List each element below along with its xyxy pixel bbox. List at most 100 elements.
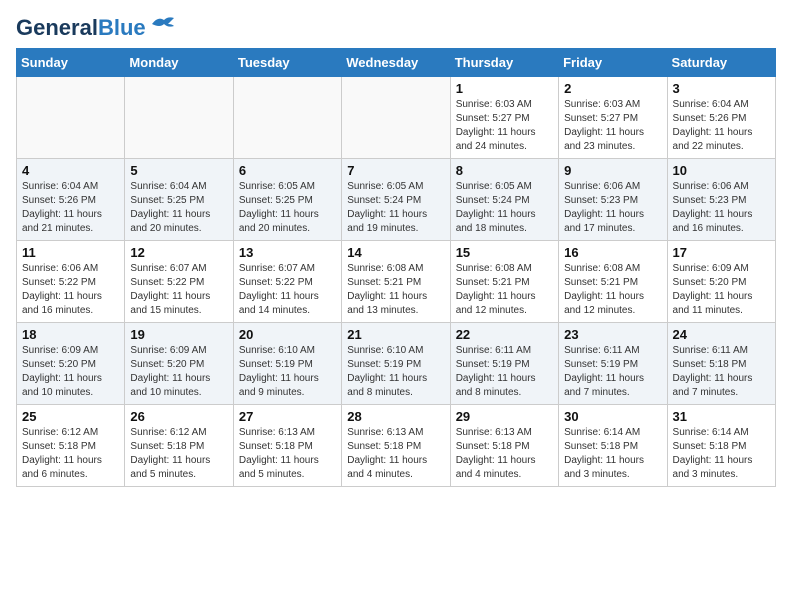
calendar-cell: 13 Sunrise: 6:07 AM Sunset: 5:22 PM Dayli…	[233, 241, 341, 323]
day-number: 1	[456, 81, 553, 96]
day-number: 15	[456, 245, 553, 260]
calendar-week-row: 18 Sunrise: 6:09 AM Sunset: 5:20 PM Dayli…	[17, 323, 776, 405]
day-number: 12	[130, 245, 227, 260]
calendar-cell: 28 Sunrise: 6:13 AM Sunset: 5:18 PM Dayli…	[342, 405, 450, 487]
day-info: Sunrise: 6:11 AM Sunset: 5:19 PM Dayligh…	[564, 344, 661, 400]
day-number: 30	[564, 409, 661, 424]
calendar-cell: 22 Sunrise: 6:11 AM Sunset: 5:19 PM Dayli…	[450, 323, 558, 405]
calendar-cell	[17, 77, 125, 159]
day-number: 7	[347, 163, 444, 178]
day-number: 23	[564, 327, 661, 342]
logo-bird-icon	[150, 14, 176, 34]
calendar-cell: 31 Sunrise: 6:14 AM Sunset: 5:18 PM Dayli…	[667, 405, 775, 487]
day-info: Sunrise: 6:04 AM Sunset: 5:26 PM Dayligh…	[673, 98, 770, 154]
day-info: Sunrise: 6:09 AM Sunset: 5:20 PM Dayligh…	[673, 262, 770, 318]
day-info: Sunrise: 6:03 AM Sunset: 5:27 PM Dayligh…	[456, 98, 553, 154]
day-number: 3	[673, 81, 770, 96]
calendar-cell: 2 Sunrise: 6:03 AM Sunset: 5:27 PM Daylig…	[559, 77, 667, 159]
calendar-week-row: 4Sunrise: 6:04 AM Sunset: 5:26 PM Daylig…	[17, 159, 776, 241]
day-info: Sunrise: 6:03 AM Sunset: 5:27 PM Dayligh…	[564, 98, 661, 154]
calendar-cell: 5 Sunrise: 6:04 AM Sunset: 5:25 PM Daylig…	[125, 159, 233, 241]
day-info: Sunrise: 6:08 AM Sunset: 5:21 PM Dayligh…	[456, 262, 553, 318]
weekday-header: Monday	[125, 49, 233, 77]
calendar-cell	[342, 77, 450, 159]
day-info: Sunrise: 6:11 AM Sunset: 5:19 PM Dayligh…	[456, 344, 553, 400]
calendar-cell: 25 Sunrise: 6:12 AM Sunset: 5:18 PM Dayli…	[17, 405, 125, 487]
day-info: Sunrise: 6:14 AM Sunset: 5:18 PM Dayligh…	[673, 426, 770, 482]
day-info: Sunrise: 6:05 AM Sunset: 5:24 PM Dayligh…	[347, 180, 444, 236]
day-number: 8	[456, 163, 553, 178]
calendar-cell: 3 Sunrise: 6:04 AM Sunset: 5:26 PM Daylig…	[667, 77, 775, 159]
calendar-cell: 10 Sunrise: 6:06 AM Sunset: 5:23 PM Dayli…	[667, 159, 775, 241]
day-number: 9	[564, 163, 661, 178]
calendar-cell: 17 Sunrise: 6:09 AM Sunset: 5:20 PM Dayli…	[667, 241, 775, 323]
weekday-header: Friday	[559, 49, 667, 77]
day-info: Sunrise: 6:05 AM Sunset: 5:25 PM Dayligh…	[239, 180, 336, 236]
day-info: Sunrise: 6:08 AM Sunset: 5:21 PM Dayligh…	[564, 262, 661, 318]
day-info: Sunrise: 6:04 AM Sunset: 5:25 PM Dayligh…	[130, 180, 227, 236]
logo-text: GeneralBlue	[16, 16, 146, 40]
day-info: Sunrise: 6:12 AM Sunset: 5:18 PM Dayligh…	[22, 426, 119, 482]
calendar-cell: 24Sunrise: 6:11 AM Sunset: 5:18 PM Dayli…	[667, 323, 775, 405]
calendar-cell: 16 Sunrise: 6:08 AM Sunset: 5:21 PM Dayli…	[559, 241, 667, 323]
day-number: 18	[22, 327, 119, 342]
calendar-table: SundayMondayTuesdayWednesdayThursdayFrid…	[16, 48, 776, 487]
day-number: 13	[239, 245, 336, 260]
weekday-header: Sunday	[17, 49, 125, 77]
calendar-header-row: SundayMondayTuesdayWednesdayThursdayFrid…	[17, 49, 776, 77]
day-info: Sunrise: 6:09 AM Sunset: 5:20 PM Dayligh…	[22, 344, 119, 400]
day-number: 6	[239, 163, 336, 178]
calendar-cell	[125, 77, 233, 159]
calendar-cell: 4Sunrise: 6:04 AM Sunset: 5:26 PM Daylig…	[17, 159, 125, 241]
day-info: Sunrise: 6:04 AM Sunset: 5:26 PM Dayligh…	[22, 180, 119, 236]
day-info: Sunrise: 6:14 AM Sunset: 5:18 PM Dayligh…	[564, 426, 661, 482]
calendar-cell: 7 Sunrise: 6:05 AM Sunset: 5:24 PM Daylig…	[342, 159, 450, 241]
day-info: Sunrise: 6:09 AM Sunset: 5:20 PM Dayligh…	[130, 344, 227, 400]
day-number: 24	[673, 327, 770, 342]
day-info: Sunrise: 6:06 AM Sunset: 5:22 PM Dayligh…	[22, 262, 119, 318]
calendar-cell: 8 Sunrise: 6:05 AM Sunset: 5:24 PM Daylig…	[450, 159, 558, 241]
day-number: 2	[564, 81, 661, 96]
calendar-cell: 23 Sunrise: 6:11 AM Sunset: 5:19 PM Dayli…	[559, 323, 667, 405]
logo: GeneralBlue	[16, 16, 176, 40]
day-info: Sunrise: 6:13 AM Sunset: 5:18 PM Dayligh…	[456, 426, 553, 482]
calendar-cell: 18 Sunrise: 6:09 AM Sunset: 5:20 PM Dayli…	[17, 323, 125, 405]
day-number: 21	[347, 327, 444, 342]
day-info: Sunrise: 6:06 AM Sunset: 5:23 PM Dayligh…	[673, 180, 770, 236]
calendar-cell: 11 Sunrise: 6:06 AM Sunset: 5:22 PM Dayli…	[17, 241, 125, 323]
day-number: 25	[22, 409, 119, 424]
day-number: 5	[130, 163, 227, 178]
weekday-header: Saturday	[667, 49, 775, 77]
day-number: 28	[347, 409, 444, 424]
day-number: 11	[22, 245, 119, 260]
weekday-header: Thursday	[450, 49, 558, 77]
day-info: Sunrise: 6:07 AM Sunset: 5:22 PM Dayligh…	[130, 262, 227, 318]
day-info: Sunrise: 6:06 AM Sunset: 5:23 PM Dayligh…	[564, 180, 661, 236]
calendar-cell: 20Sunrise: 6:10 AM Sunset: 5:19 PM Dayli…	[233, 323, 341, 405]
calendar-week-row: 25 Sunrise: 6:12 AM Sunset: 5:18 PM Dayli…	[17, 405, 776, 487]
day-info: Sunrise: 6:13 AM Sunset: 5:18 PM Dayligh…	[239, 426, 336, 482]
day-info: Sunrise: 6:10 AM Sunset: 5:19 PM Dayligh…	[347, 344, 444, 400]
calendar-cell: 27 Sunrise: 6:13 AM Sunset: 5:18 PM Dayli…	[233, 405, 341, 487]
calendar-cell: 21 Sunrise: 6:10 AM Sunset: 5:19 PM Dayli…	[342, 323, 450, 405]
day-number: 14	[347, 245, 444, 260]
day-number: 27	[239, 409, 336, 424]
calendar-cell: 14Sunrise: 6:08 AM Sunset: 5:21 PM Dayli…	[342, 241, 450, 323]
day-info: Sunrise: 6:13 AM Sunset: 5:18 PM Dayligh…	[347, 426, 444, 482]
calendar-cell: 19Sunrise: 6:09 AM Sunset: 5:20 PM Dayli…	[125, 323, 233, 405]
day-number: 26	[130, 409, 227, 424]
calendar-cell: 9 Sunrise: 6:06 AM Sunset: 5:23 PM Daylig…	[559, 159, 667, 241]
calendar-cell: 1 Sunrise: 6:03 AM Sunset: 5:27 PM Daylig…	[450, 77, 558, 159]
calendar-cell: 30 Sunrise: 6:14 AM Sunset: 5:18 PM Dayli…	[559, 405, 667, 487]
calendar-cell: 15 Sunrise: 6:08 AM Sunset: 5:21 PM Dayli…	[450, 241, 558, 323]
day-info: Sunrise: 6:07 AM Sunset: 5:22 PM Dayligh…	[239, 262, 336, 318]
day-number: 10	[673, 163, 770, 178]
day-number: 17	[673, 245, 770, 260]
calendar-cell: 12 Sunrise: 6:07 AM Sunset: 5:22 PM Dayli…	[125, 241, 233, 323]
day-info: Sunrise: 6:05 AM Sunset: 5:24 PM Dayligh…	[456, 180, 553, 236]
day-number: 22	[456, 327, 553, 342]
day-info: Sunrise: 6:12 AM Sunset: 5:18 PM Dayligh…	[130, 426, 227, 482]
day-info: Sunrise: 6:10 AM Sunset: 5:19 PM Dayligh…	[239, 344, 336, 400]
day-number: 16	[564, 245, 661, 260]
day-number: 31	[673, 409, 770, 424]
